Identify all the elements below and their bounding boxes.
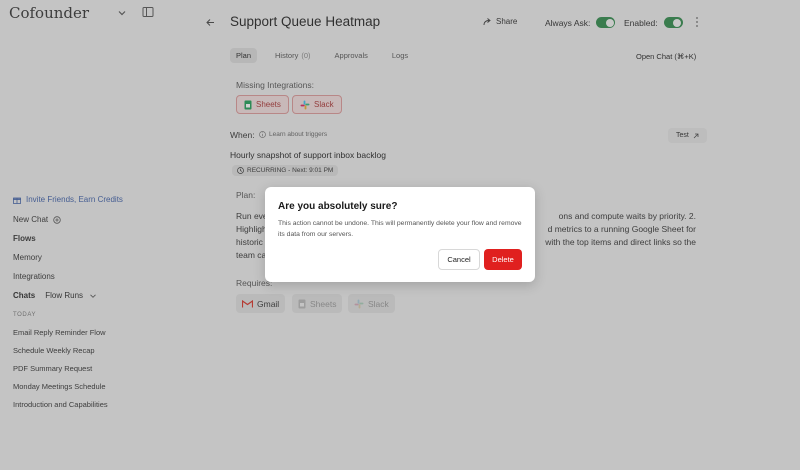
dialog-body: This action cannot be undone. This will …: [278, 220, 522, 238]
dialog-title: Are you absolutely sure?: [278, 201, 398, 212]
cancel-button[interactable]: Cancel: [438, 249, 480, 270]
delete-button[interactable]: Delete: [484, 249, 522, 270]
delete-confirm-dialog: Are you absolutely sure? This action can…: [265, 187, 535, 282]
